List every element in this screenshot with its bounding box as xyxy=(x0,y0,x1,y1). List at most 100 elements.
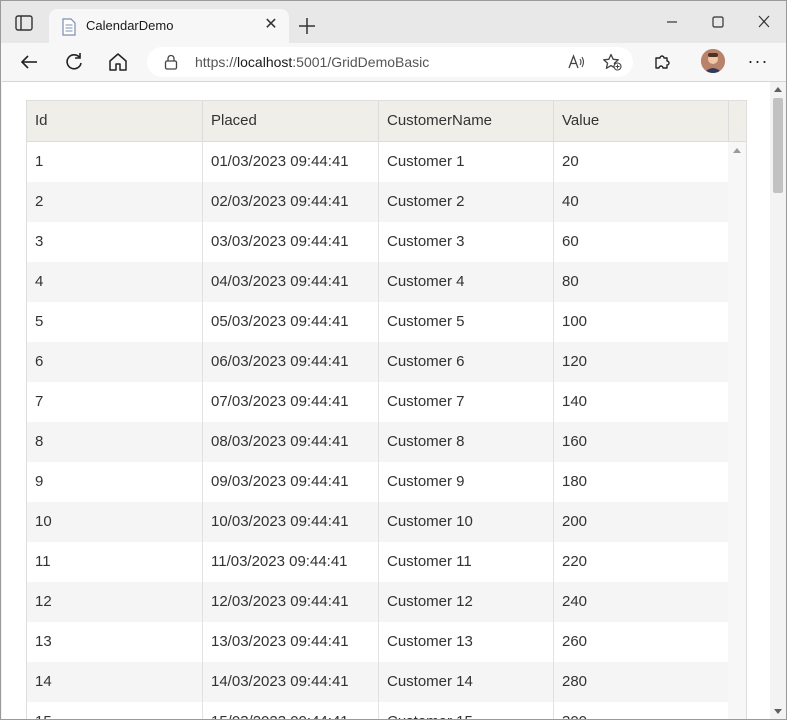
cell-placed: 10/03/2023 09:44:41 xyxy=(203,502,379,542)
cell-value: 160 xyxy=(562,433,588,450)
cell-customername: Customer 5 xyxy=(379,302,554,342)
close-icon[interactable] xyxy=(754,13,774,31)
cell-placed: 06/03/2023 09:44:41 xyxy=(203,342,379,382)
cell-id: 8 xyxy=(27,422,203,462)
cell-id: 6 xyxy=(27,342,203,382)
page-scrollbar[interactable] xyxy=(770,82,786,719)
cell-id: 13 xyxy=(27,622,203,662)
cell-id: 11 xyxy=(27,542,203,582)
cell-id: 7 xyxy=(27,382,203,422)
browser-window: CalendarDemo ✕ https://localhost:5001/Gr… xyxy=(0,0,787,720)
cell-customername: Customer 6 xyxy=(379,342,554,382)
tab-calendardemo[interactable]: CalendarDemo ✕ xyxy=(49,9,289,43)
table-row[interactable]: 11 11/03/2023 09:44:41 Customer 11 220 xyxy=(27,542,728,582)
cell-placed: 13/03/2023 09:44:41 xyxy=(203,622,379,662)
cell-value: 120 xyxy=(562,353,588,370)
table-row[interactable]: 14 14/03/2023 09:44:41 Customer 14 280 xyxy=(27,662,728,702)
minimize-icon[interactable] xyxy=(662,13,682,31)
cell-placed: 09/03/2023 09:44:41 xyxy=(203,462,379,502)
data-grid: Id Placed CustomerName Value 1 01/03/2023… xyxy=(26,100,747,719)
cell-customername: Customer 2 xyxy=(379,182,554,222)
table-row[interactable]: 5 05/03/2023 09:44:41 Customer 5 100 xyxy=(27,302,728,342)
url-text[interactable]: https://localhost:5001/GridDemoBasic xyxy=(195,54,429,70)
cell-customername: Customer 14 xyxy=(379,662,554,702)
cell-placed: 02/03/2023 09:44:41 xyxy=(203,182,379,222)
cell-customername: Customer 8 xyxy=(379,422,554,462)
table-row[interactable]: 2 02/03/2023 09:44:41 Customer 2 40 xyxy=(27,182,728,222)
cell-placed: 11/03/2023 09:44:41 xyxy=(203,542,379,582)
browser-toolbar: https://localhost:5001/GridDemoBasic ··· xyxy=(1,43,786,81)
plus-icon[interactable] xyxy=(297,16,317,36)
table-row[interactable]: 1 01/03/2023 09:44:41 Customer 1 20 xyxy=(27,142,728,182)
more-options-icon[interactable]: ··· xyxy=(747,51,769,73)
table-row[interactable]: 13 13/03/2023 09:44:41 Customer 13 260 xyxy=(27,622,728,662)
tab-actions-icon[interactable] xyxy=(15,15,33,31)
table-row[interactable]: 12 12/03/2023 09:44:41 Customer 12 240 xyxy=(27,582,728,622)
cell-placed: 12/03/2023 09:44:41 xyxy=(203,582,379,622)
cell-placed: 01/03/2023 09:44:41 xyxy=(203,142,379,182)
cell-customername: Customer 4 xyxy=(379,262,554,302)
cell-id: 2 xyxy=(27,182,203,222)
cell-placed: 08/03/2023 09:44:41 xyxy=(203,422,379,462)
cell-placed: 03/03/2023 09:44:41 xyxy=(203,222,379,262)
table-row[interactable]: 6 06/03/2023 09:44:41 Customer 6 120 xyxy=(27,342,728,382)
tab-title: CalendarDemo xyxy=(86,18,174,33)
cell-value: 220 xyxy=(562,553,588,570)
cell-customername: Customer 12 xyxy=(379,582,554,622)
cell-id: 1 xyxy=(27,142,203,182)
home-icon[interactable] xyxy=(107,51,129,73)
cell-customername: Customer 10 xyxy=(379,502,554,542)
cell-id: 15 xyxy=(27,702,203,719)
cell-value: 80 xyxy=(562,273,579,290)
scrollbar-thumb[interactable] xyxy=(773,98,783,193)
cell-id: 4 xyxy=(27,262,203,302)
refresh-icon[interactable] xyxy=(63,51,85,73)
cell-id: 5 xyxy=(27,302,203,342)
close-tab-icon[interactable]: ✕ xyxy=(263,17,279,33)
cell-id: 3 xyxy=(27,222,203,262)
table-row[interactable]: 3 03/03/2023 09:44:41 Customer 3 60 xyxy=(27,222,728,262)
cell-customername: Customer 13 xyxy=(379,622,554,662)
cell-placed: 04/03/2023 09:44:41 xyxy=(203,262,379,302)
table-row[interactable]: 1515/03/2023 09:44:41Customer 15300 xyxy=(27,702,728,719)
cell-value: 20 xyxy=(562,153,579,170)
table-row[interactable]: 9 09/03/2023 09:44:41 Customer 9 180 xyxy=(27,462,728,502)
cell-value: 260 xyxy=(562,633,588,650)
cell-customername: Customer 15 xyxy=(379,702,554,719)
cell-id: 10 xyxy=(27,502,203,542)
page-icon xyxy=(61,18,77,36)
cell-value: 40 xyxy=(562,193,579,210)
column-header-placed[interactable]: Placed xyxy=(203,101,379,141)
extensions-icon[interactable] xyxy=(652,52,672,72)
lock-icon[interactable] xyxy=(164,54,178,70)
cell-value: 300 xyxy=(554,702,728,719)
maximize-icon[interactable] xyxy=(708,13,728,31)
column-header-id[interactable]: Id xyxy=(27,101,203,141)
table-row[interactable]: 8 08/03/2023 09:44:41 Customer 8 160 xyxy=(27,422,728,462)
cell-id: 12 xyxy=(27,582,203,622)
address-bar[interactable]: https://localhost:5001/GridDemoBasic xyxy=(147,47,633,77)
table-row[interactable]: 10 10/03/2023 09:44:41 Customer 10 200 xyxy=(27,502,728,542)
cell-id: 14 xyxy=(27,662,203,702)
read-aloud-icon[interactable] xyxy=(567,54,585,70)
column-header-value[interactable]: Value xyxy=(554,101,729,141)
cell-customername: Customer 9 xyxy=(379,462,554,502)
scroll-up-icon[interactable] xyxy=(774,87,782,92)
cell-customername: Customer 7 xyxy=(379,382,554,422)
column-header-customername[interactable]: CustomerName xyxy=(379,101,554,141)
cell-id: 9 xyxy=(27,462,203,502)
scroll-down-icon[interactable] xyxy=(774,709,782,714)
add-favorite-icon[interactable] xyxy=(602,53,622,71)
back-arrow-icon[interactable] xyxy=(18,51,40,73)
grid-scrollbar[interactable] xyxy=(728,142,746,719)
grid-body: 1 01/03/2023 09:44:41 Customer 1 20 2 02/03/2… xyxy=(27,142,728,719)
scroll-up-icon[interactable] xyxy=(733,148,741,153)
cell-value: 280 xyxy=(562,673,588,690)
page-content: Id Placed CustomerName Value 1 01/03/2023… xyxy=(2,81,786,719)
table-row[interactable]: 4 04/03/2023 09:44:41 Customer 4 80 xyxy=(27,262,728,302)
cell-value: 60 xyxy=(562,233,579,250)
avatar[interactable] xyxy=(701,49,725,73)
table-row[interactable]: 7 07/03/2023 09:44:41 Customer 7 140 xyxy=(27,382,728,422)
url-scheme: https:// xyxy=(195,54,238,70)
cell-value: 240 xyxy=(562,593,588,610)
